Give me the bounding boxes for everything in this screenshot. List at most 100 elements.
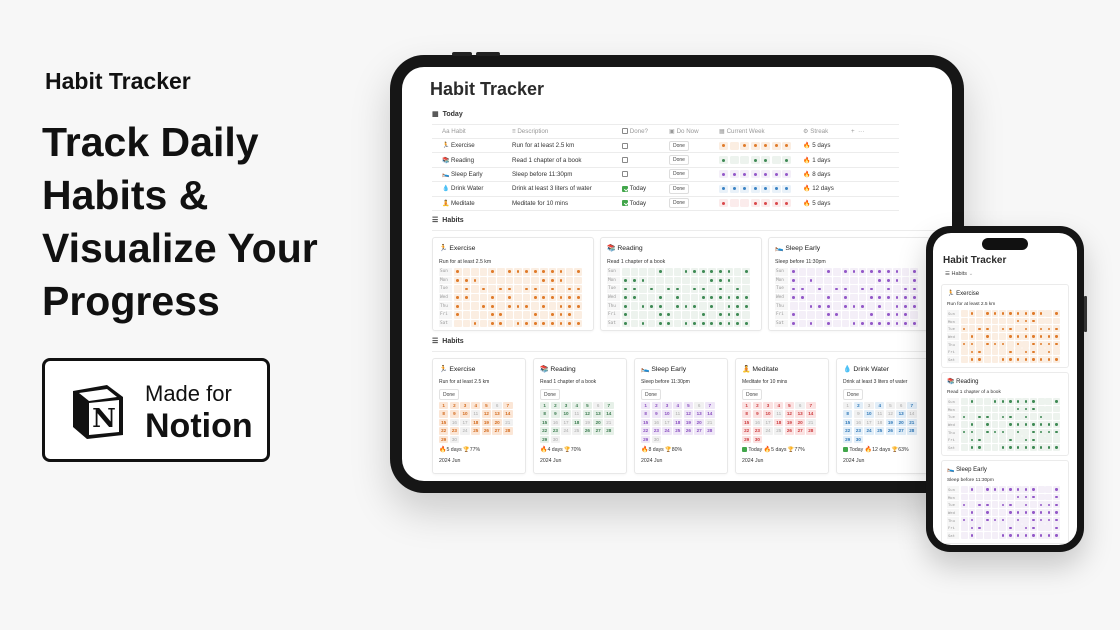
done-cell[interactable]: [622, 138, 669, 154]
calendar-day[interactable]: 20: [694, 418, 704, 427]
calendar-day[interactable]: 13: [896, 410, 906, 418]
calendar-day[interactable]: 23: [550, 427, 561, 435]
calendar-day[interactable]: 24: [662, 427, 672, 435]
calendar-day[interactable]: 13: [795, 410, 805, 418]
habit-grid-card[interactable]: 📚 Reading Read 1 chapter of a book Sun Mon T…: [600, 237, 762, 331]
calendar-day[interactable]: 18: [875, 418, 885, 427]
calendar-day[interactable]: 21: [907, 418, 917, 427]
calendar-day[interactable]: 23: [853, 427, 864, 435]
calendar-day[interactable]: 15: [439, 418, 449, 427]
add-column-button[interactable]: +: [851, 128, 855, 135]
done-button[interactable]: Done: [843, 389, 863, 400]
habit-cell[interactable]: 🏃 Exercise: [432, 138, 512, 154]
calendar-day[interactable]: 16: [853, 418, 864, 427]
calendar-day[interactable]: 18: [774, 418, 784, 427]
calendar-day[interactable]: 22: [742, 427, 752, 435]
calendar-day[interactable]: 5: [683, 402, 694, 410]
calendar-day[interactable]: 3: [561, 402, 571, 410]
calendar-day[interactable]: 28: [806, 427, 816, 435]
habit-cell[interactable]: 🧘 Meditate: [432, 196, 512, 211]
calendar-day[interactable]: 5: [885, 402, 896, 410]
calendar-day[interactable]: 19: [582, 418, 593, 427]
calendar-day[interactable]: 9: [752, 410, 763, 418]
calendar-day[interactable]: 27: [896, 427, 906, 435]
calendar-day[interactable]: 28: [907, 427, 917, 435]
calendar-day[interactable]: 7: [907, 402, 917, 410]
done-button[interactable]: Done: [742, 389, 762, 400]
calendar-day[interactable]: 4: [875, 402, 885, 410]
calendar-day[interactable]: 23: [449, 427, 460, 435]
calendar-day[interactable]: 18: [572, 418, 582, 427]
habit-grid-card[interactable]: 🏃 Exercise Run for at least 2.5 km Sun Mon T…: [432, 237, 594, 331]
habit-grid-card[interactable]: 🏃 Exercise Run for at least 2.5 km Sun Mon T…: [941, 284, 1069, 368]
calendar-day[interactable]: 11: [673, 410, 683, 418]
calendar-day[interactable]: 6: [795, 402, 805, 410]
calendar-day[interactable]: 14: [705, 410, 715, 418]
calendar-day[interactable]: 10: [864, 410, 874, 418]
calendar-day[interactable]: 2: [853, 402, 864, 410]
col-done[interactable]: Done?: [622, 124, 669, 139]
done-cell[interactable]: [622, 152, 669, 168]
calendar-day[interactable]: 20: [593, 418, 603, 427]
calendar-day[interactable]: 11: [572, 410, 582, 418]
calendar-day[interactable]: 26: [784, 427, 795, 435]
table-row[interactable]: 💧 Drink Water Drink at least 3 liters of w…: [432, 181, 899, 197]
habit-calendar-card[interactable]: 📚 Reading Read 1 chapter of a book Done 1 2 3…: [533, 358, 627, 474]
calendar-day[interactable]: 10: [460, 410, 470, 418]
calendar-day[interactable]: 16: [449, 418, 460, 427]
calendar-day[interactable]: 26: [582, 427, 593, 435]
calendar-day[interactable]: 29: [439, 435, 449, 444]
calendar-day[interactable]: 13: [593, 410, 603, 418]
calendar-day[interactable]: 30: [752, 435, 763, 444]
done-cell[interactable]: Today: [622, 196, 669, 211]
habit-grid-card[interactable]: 📚 Reading Read 1 chapter of a book Sun Mon T…: [941, 372, 1069, 456]
calendar-day[interactable]: 9: [853, 410, 864, 418]
done-button[interactable]: Done: [641, 389, 661, 400]
table-row[interactable]: 📚 Reading Read 1 chapter of a book Done 🔥 1 …: [432, 152, 899, 168]
calendar-day[interactable]: 21: [806, 418, 816, 427]
calendar-day[interactable]: 25: [875, 427, 885, 435]
calendar-day[interactable]: 25: [774, 427, 784, 435]
calendar-day[interactable]: 28: [503, 427, 513, 435]
calendar-day[interactable]: 7: [604, 402, 614, 410]
calendar-day[interactable]: 12: [784, 410, 795, 418]
calendar-day[interactable]: 12: [683, 410, 694, 418]
calendar-day[interactable]: 27: [795, 427, 805, 435]
today-view-tab[interactable]: ▦ Today: [432, 110, 463, 119]
calendar-day[interactable]: 29: [843, 435, 853, 444]
col-streak[interactable]: ⚙ Streak: [803, 124, 851, 139]
calendar-day[interactable]: 3: [864, 402, 874, 410]
calendar-day[interactable]: 4: [572, 402, 582, 410]
calendar-day[interactable]: 14: [806, 410, 816, 418]
calendar-day[interactable]: 4: [471, 402, 481, 410]
calendar-day[interactable]: 12: [582, 410, 593, 418]
calendar-day[interactable]: 22: [439, 427, 449, 435]
calendar-day[interactable]: 24: [561, 427, 571, 435]
calendar-day[interactable]: 22: [540, 427, 550, 435]
done-button[interactable]: Done: [540, 389, 560, 400]
col-do-now[interactable]: ▣ Do Now: [669, 124, 719, 139]
calendar-day[interactable]: 2: [651, 402, 662, 410]
calendar-day[interactable]: 15: [843, 418, 853, 427]
calendar-day[interactable]: 28: [705, 427, 715, 435]
calendar-day[interactable]: 15: [742, 418, 752, 427]
calendar-day[interactable]: 20: [896, 418, 906, 427]
done-checkbox[interactable]: [622, 185, 628, 192]
calendar-day[interactable]: 27: [694, 427, 704, 435]
calendar-day[interactable]: 1: [540, 402, 550, 410]
calendar-day[interactable]: 9: [449, 410, 460, 418]
habits-calendar-view-tab[interactable]: ☰ Habits: [432, 337, 464, 346]
calendar-day[interactable]: 2: [449, 402, 460, 410]
habit-calendar-card[interactable]: 🧘 Meditate Meditate for 10 mins Done 1 2 3 4 5 6…: [735, 358, 829, 474]
calendar-day[interactable]: 23: [651, 427, 662, 435]
calendar-day[interactable]: 10: [561, 410, 571, 418]
calendar-day[interactable]: 15: [540, 418, 550, 427]
calendar-day[interactable]: 17: [561, 418, 571, 427]
habit-grid-card[interactable]: 🛌 Sleep Early Sleep before 11:30pm Sun Mon T…: [941, 460, 1069, 544]
calendar-day[interactable]: 24: [763, 427, 773, 435]
calendar-day[interactable]: 16: [550, 418, 561, 427]
calendar-day[interactable]: 9: [651, 410, 662, 418]
calendar-day[interactable]: 17: [460, 418, 470, 427]
calendar-day[interactable]: 3: [763, 402, 773, 410]
calendar-day[interactable]: 2: [550, 402, 561, 410]
